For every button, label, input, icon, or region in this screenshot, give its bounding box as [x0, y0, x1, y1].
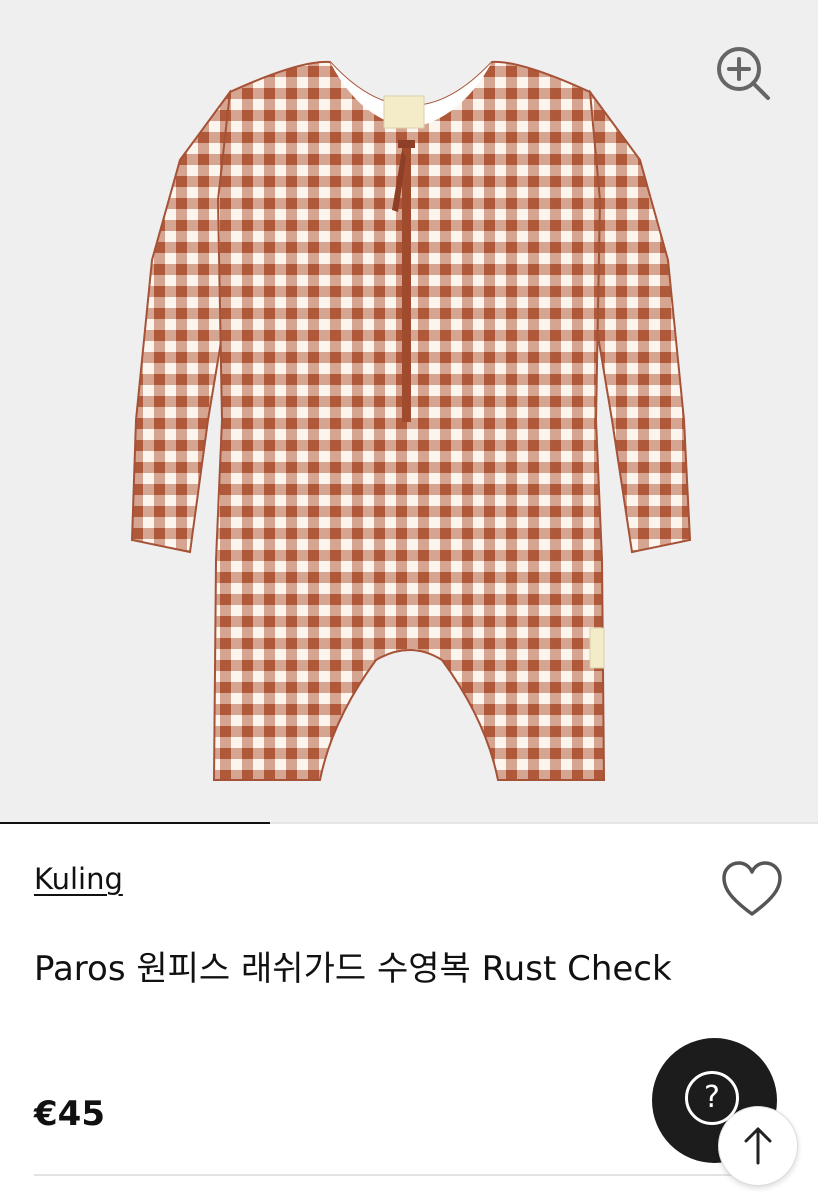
divider	[34, 1174, 784, 1176]
scroll-to-top-button[interactable]	[718, 1106, 798, 1186]
gallery-progress-bar	[0, 822, 818, 824]
product-title: Paros 원피스 래쉬가드 수영복 Rust Check	[34, 949, 672, 989]
brand-link[interactable]: Kuling	[34, 862, 123, 896]
product-image-gallery[interactable]	[0, 0, 818, 823]
zoom-in-icon[interactable]	[712, 42, 774, 104]
product-image	[130, 60, 692, 781]
arrow-up-icon	[744, 1127, 772, 1165]
heart-icon[interactable]	[720, 860, 784, 920]
product-price: €45	[34, 1094, 105, 1134]
gallery-progress-fill	[0, 822, 270, 824]
